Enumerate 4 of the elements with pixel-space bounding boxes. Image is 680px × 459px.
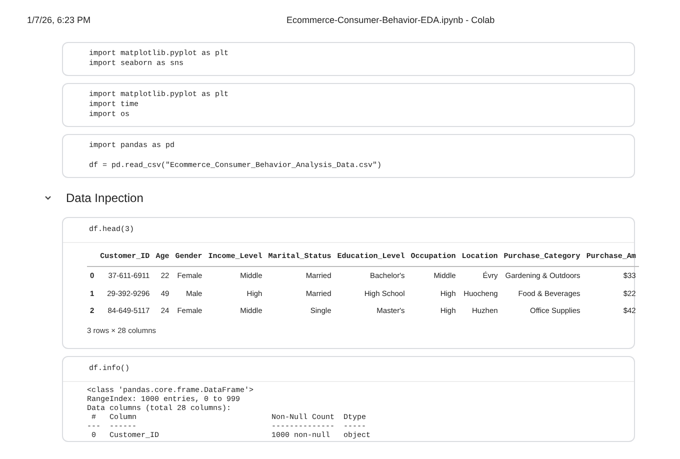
page-title: Ecommerce-Consumer-Behavior-EDA.ipynb - Colab bbox=[286, 14, 495, 28]
print-timestamp: 1/7/26, 6:23 PM bbox=[27, 14, 91, 28]
chevron-icon[interactable] bbox=[44, 194, 52, 202]
section-heading: Data Inpection bbox=[66, 190, 144, 207]
